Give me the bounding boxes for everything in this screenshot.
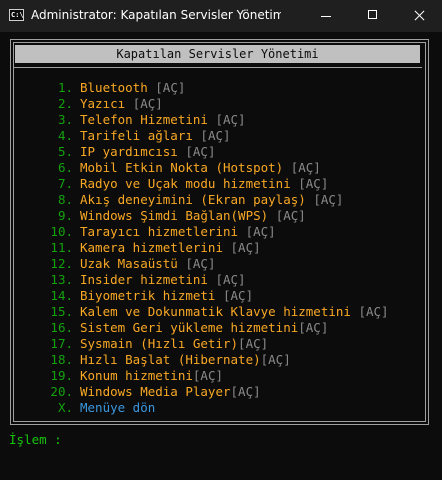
close-button[interactable] [396, 0, 442, 32]
menu-item-label: Tarayıcı hizmetlerini [80, 224, 239, 239]
menu-item-label: Radyo ve Uçak modu hizmetini [80, 176, 291, 191]
menu-item-status: [AÇ] [358, 304, 389, 319]
menu-item-hotspot: 6. Mobil Etkin Nokta (Hotspot) [AÇ] [11, 160, 426, 176]
command-prompt: İşlem : [9, 432, 70, 447]
menu-item-number: 15. [50, 304, 73, 319]
menu-item-status: [AÇ] [185, 144, 216, 159]
menu-item-number: 20. [50, 384, 73, 399]
menu-item-number: 1. [57, 80, 73, 95]
menu-item-label: Windows Media Player [80, 384, 231, 399]
title-bar[interactable]: C:\ Administrator: Kapatılan Servisler Y… [0, 0, 442, 32]
menu-item-kalem-klavye: 15. Kalem ve Dokunmatik Klavye hizmetini … [11, 304, 426, 320]
menu-item-status: [AÇ] [230, 240, 261, 255]
menu-item-status: [AÇ] [245, 224, 276, 239]
menu-item-label: Bluetooth [80, 80, 148, 95]
menu-item-number: X. [57, 400, 73, 415]
menu-item-number: 16. [50, 320, 73, 335]
menu-item-label: Biyometrik hizmeti [80, 288, 216, 303]
minimize-button[interactable] [303, 0, 349, 32]
menu-item-bluetooth: 1. Bluetooth [AÇ] [11, 80, 426, 96]
menu-item-status: [AÇ] [155, 80, 186, 95]
menu-item-status: [AÇ] [132, 96, 163, 111]
menu-item-biyometrik: 14. Biyometrik hizmeti [AÇ] [11, 288, 426, 304]
menu-item-label: Sysmain (Hızlı Getir) [80, 336, 239, 351]
menu-item-label: Uzak Masaüstü [80, 256, 178, 271]
menu-item-number: 6. [57, 160, 73, 175]
menu-item-status: [AÇ] [230, 384, 261, 399]
menu-item-wps: 9. Windows Şimdi Bağlan(WPS) [AÇ] [11, 208, 426, 224]
menu-item-label: Kalem ve Dokunmatik Klavye hizmetini [80, 304, 351, 319]
menu-item-label: Hızlı Başlat (Hibernate) [80, 352, 261, 367]
menu-item-ip-yardimcisi: 5. IP yardımcısı [AÇ] [11, 144, 426, 160]
menu-item-kamera: 11. Kamera hizmetlerini [AÇ] [11, 240, 426, 256]
menu-item-label: Yazıcı [80, 96, 126, 111]
menu-item-label: Windows Şimdi Bağlan(WPS) [80, 208, 269, 223]
menu-item-telefon: 3. Telefon Hizmetini [AÇ] [11, 112, 426, 128]
menu-item-media-player: 20. Windows Media Player[AÇ] [11, 384, 426, 400]
menu-item-sistem-geri-yukleme: 16. Sistem Geri yükleme hizmetini[AÇ] [11, 320, 426, 336]
menu-item-status: [AÇ] [313, 192, 344, 207]
menu-item-status: [AÇ] [298, 320, 329, 335]
menu-item-label: Akış deneyimini (Ekran paylaş) [80, 192, 306, 207]
maximize-button[interactable] [350, 0, 396, 32]
back-to-menu-label: Menüye dön [80, 400, 156, 415]
menu-item-uzak-masaustu: 12. Uzak Masaüstü [AÇ] [11, 256, 426, 272]
menu-item-status: [AÇ] [260, 352, 291, 367]
menu-list: 1. Bluetooth [AÇ] 2. Yazıcı [AÇ] 3. Telefon… [11, 80, 426, 416]
menu-item-number: 12. [50, 256, 73, 271]
menu-item-tarayici: 10. Tarayıcı hizmetlerini [AÇ] [11, 224, 426, 240]
menu-item-status: [AÇ] [298, 176, 329, 191]
menu-item-number: 13. [50, 272, 73, 287]
menu-box: Kapatılan Servisler Yönetimi 1. Bluetooth… [10, 39, 429, 425]
console-input[interactable] [82, 432, 90, 448]
menu-item-number: 14. [50, 288, 73, 303]
menu-item-label: Konum hizmetini [80, 368, 193, 383]
menu-item-label: Telefon Hizmetini [80, 112, 208, 127]
menu-item-label: Sistem Geri yükleme hizmetini [80, 320, 299, 335]
menu-item-number: 2. [57, 96, 73, 111]
menu-item-status: [AÇ] [200, 128, 231, 143]
menu-item-yazici: 2. Yazıcı [AÇ] [11, 96, 426, 112]
menu-item-number: 17. [50, 336, 73, 351]
menu-divider [13, 67, 422, 68]
menu-item-number: 5. [57, 144, 73, 159]
menu-item-number: 11. [50, 240, 73, 255]
menu-item-status: [AÇ] [215, 272, 246, 287]
menu-item-radyo-ucak-modu: 7. Radyo ve Uçak modu hizmetini [AÇ] [11, 176, 426, 192]
menu-item-status: [AÇ] [215, 112, 246, 127]
menu-item-number: 8. [57, 192, 73, 207]
menu-item-number: 10. [50, 224, 73, 239]
menu-item-number: 19. [50, 368, 73, 383]
menu-item-ekran-paylas: 8. Akış deneyimini (Ekran paylaş) [AÇ] [11, 192, 426, 208]
menu-item-status: [AÇ] [192, 368, 223, 383]
cmd-icon[interactable]: C:\ [9, 9, 24, 21]
menu-item-label: IP yardımcısı [80, 144, 178, 159]
menu-item-hizli-baslat: 18. Hızlı Başlat (Hibernate)[AÇ] [11, 352, 426, 368]
menu-item-status: [AÇ] [275, 208, 306, 223]
menu-item-status: [AÇ] [238, 336, 269, 351]
menu-item-insider: 13. Insider hizmetini [AÇ] [11, 272, 426, 288]
menu-item-number: 7. [57, 176, 73, 191]
menu-header: Kapatılan Servisler Yönetimi [15, 45, 420, 63]
menu-item-label: Tarifeli ağları [80, 128, 193, 143]
menu-item-number: 9. [57, 208, 73, 223]
menu-item-konum: 19. Konum hizmetini[AÇ] [11, 368, 426, 384]
menu-item-tarifeli-aglar: 4. Tarifeli ağları [AÇ] [11, 128, 426, 144]
menu-item-number: 18. [50, 352, 73, 367]
menu-item-number: 3. [57, 112, 73, 127]
menu-item-sysmain: 17. Sysmain (Hızlı Getir)[AÇ] [11, 336, 426, 352]
menu-item-status: [AÇ] [290, 160, 321, 175]
menu-item-label: Insider hizmetini [80, 272, 208, 287]
menu-item-label: Kamera hizmetlerini [80, 240, 223, 255]
menu-item-back: X. Menüye dön [11, 400, 426, 416]
menu-item-label: Mobil Etkin Nokta (Hotspot) [80, 160, 284, 175]
menu-item-status: [AÇ] [185, 256, 216, 271]
menu-item-number: 4. [57, 128, 73, 143]
window-title: Administrator: Kapatılan Servisler Yönet… [31, 8, 281, 22]
menu-item-status: [AÇ] [223, 288, 254, 303]
